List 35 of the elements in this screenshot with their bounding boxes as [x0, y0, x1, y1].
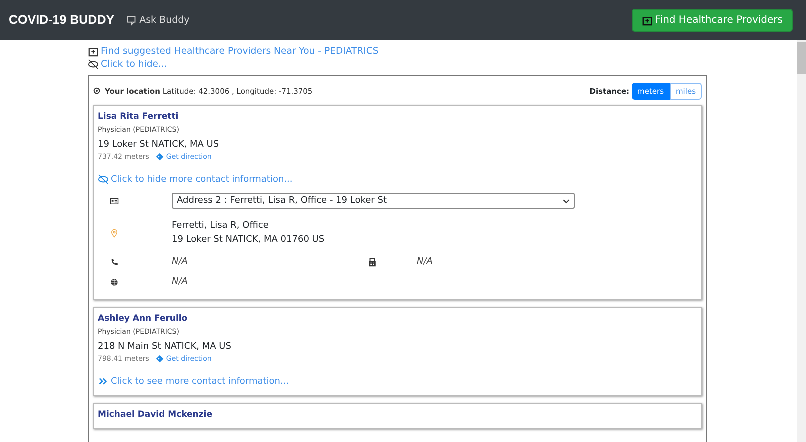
direction-icon [156, 153, 164, 161]
crosshair-icon [93, 87, 101, 95]
phone-value: N/A [172, 257, 189, 267]
provider-name[interactable]: Michael David Mckenzie [98, 410, 212, 420]
hide-link[interactable]: Click to hide... [88, 58, 168, 71]
office-name: Ferretti, Lisa R, Office [172, 220, 270, 233]
find-providers-link[interactable]: Find suggested Healthcare Providers Near You - PEDIATRICS [88, 45, 379, 58]
chat-icon [126, 14, 138, 26]
caret-icon [563, 198, 570, 204]
contact-info-toggle[interactable]: Click to see more contact information... [98, 376, 290, 387]
globe-icon [110, 278, 119, 286]
double-chevron-icon [98, 376, 109, 387]
map-pin-icon [110, 228, 119, 238]
eye-slash-icon [88, 59, 99, 70]
find-providers-button[interactable]: Find Healthcare Providers [632, 8, 793, 32]
contact-info-toggle[interactable]: Click to hide more contact information... [98, 174, 293, 185]
fax-value: N/A [417, 257, 433, 267]
fax-icon [368, 258, 377, 266]
provider-name[interactable]: Ashley Ann Ferullo [98, 314, 188, 324]
ask-buddy-link[interactable]: Ask Buddy [126, 14, 190, 26]
hospital-icon [642, 14, 654, 26]
address-dropdown[interactable]: Address 2 : Ferretti, Lisa R, Office - 19 Loker St [172, 193, 575, 209]
website-value: N/A [172, 277, 189, 287]
direction-icon [156, 355, 164, 363]
phone-icon [110, 258, 119, 266]
provider-address: 218 N Main St NATICK, MA US [98, 342, 232, 352]
scrollbar[interactable] [797, 40, 806, 442]
brand-title[interactable]: COVID-19 BUDDY [9, 13, 115, 27]
full-address: 19 Loker St NATICK, MA 01760 US [172, 234, 326, 247]
id-card-icon [110, 196, 119, 206]
provider-name[interactable]: Lisa Rita Ferretti [98, 112, 179, 122]
provider-address: 19 Loker St NATICK, MA US [98, 140, 220, 150]
hospital-icon [88, 46, 99, 57]
scrollbar-thumb[interactable] [797, 42, 806, 74]
eye-slash-icon [98, 174, 109, 185]
